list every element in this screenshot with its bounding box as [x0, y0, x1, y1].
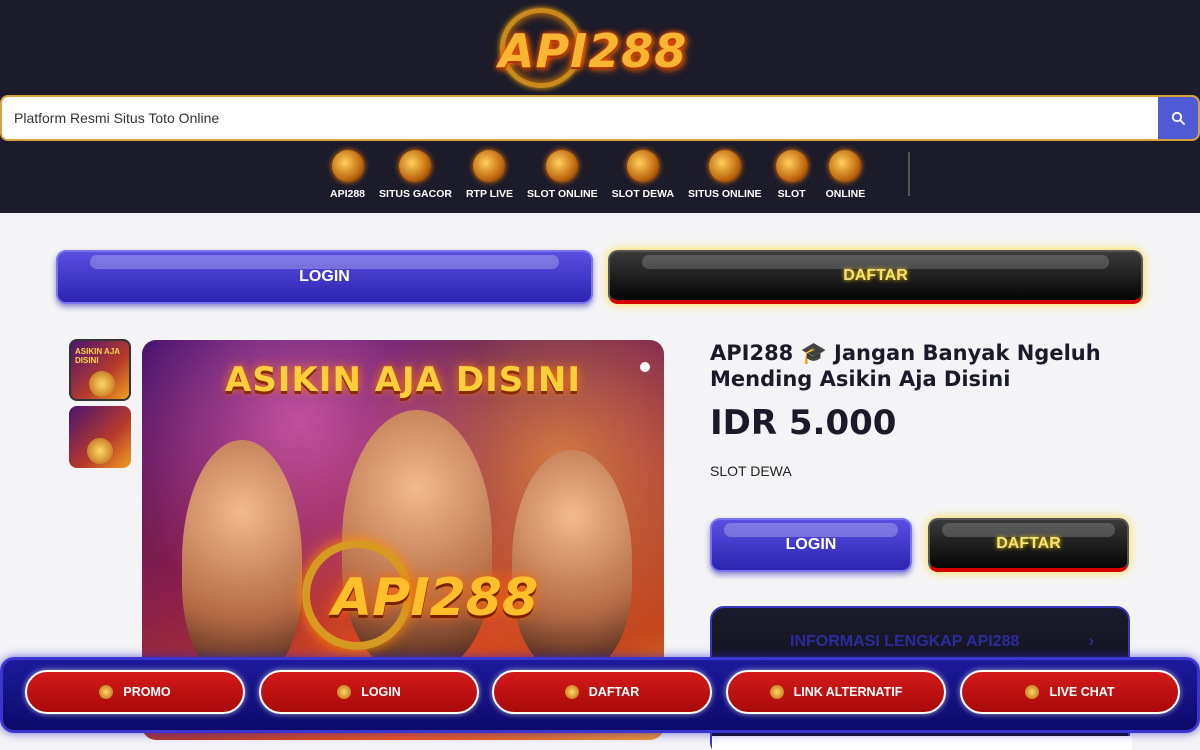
category-nav: API288 SITUS GACOR RTP LIVE SLOT ONLINE …: [330, 150, 877, 206]
hero-banner-text: ASIKIN AJA DISINI: [225, 360, 581, 400]
live-chat-button[interactable]: LIVE CHAT: [960, 670, 1180, 714]
product-price: IDR 5.000: [710, 403, 897, 443]
dragon-coin-icon: [331, 150, 364, 182]
dragon-coin-icon: [708, 150, 741, 182]
bottom-action-bar: PROMO LOGIN DAFTAR LINK ALTERNATIF LIVE …: [0, 657, 1200, 733]
nav-item-rtp-live[interactable]: RTP LIVE: [466, 150, 513, 206]
bottom-login-button[interactable]: LOGIN: [259, 670, 479, 714]
dragon-coin-icon: [626, 150, 659, 182]
product-login-button[interactable]: LOGIN: [710, 518, 912, 572]
product-daftar-button[interactable]: DAFTAR: [928, 518, 1129, 572]
dragon-coin-icon: [99, 685, 114, 699]
nav-item-api288[interactable]: API288: [330, 150, 365, 206]
product-category: SLOT DEWA: [710, 463, 792, 479]
product-title: API288 🎓 Jangan Banyak Ngeluh Mending As…: [710, 341, 1101, 391]
dragon-coin-icon: [829, 150, 862, 182]
dragon-coin-icon: [1025, 685, 1040, 699]
search-input[interactable]: [14, 97, 1154, 139]
daftar-button[interactable]: DAFTAR: [608, 250, 1143, 304]
hero-logo-text: API288: [331, 568, 539, 628]
gallery-thumbnail[interactable]: [69, 406, 131, 468]
nav-item-slot-online[interactable]: SLOT ONLINE: [527, 150, 598, 206]
site-header: API288 API288 SITUS GACOR RTP LIVE SLOT …: [0, 0, 1200, 213]
nav-item-slot-dewa[interactable]: SLOT DEWA: [612, 150, 674, 206]
dragon-coin-icon: [564, 685, 579, 699]
hero-person-left: [182, 440, 302, 680]
dragon-coin-icon: [769, 685, 784, 699]
bottom-daftar-button[interactable]: DAFTAR: [492, 670, 712, 714]
site-logo[interactable]: API288: [498, 6, 688, 90]
dragon-coin-icon: [399, 150, 432, 182]
info-accordion-body: [712, 736, 1132, 750]
dragon-coin-icon: [546, 150, 579, 182]
login-button[interactable]: LOGIN: [56, 250, 593, 304]
nav-item-online[interactable]: ONLINE: [826, 150, 865, 206]
carousel-dot[interactable]: [640, 362, 650, 372]
dragon-coin-icon: [87, 438, 113, 464]
nav-item-situs-gacor[interactable]: SITUS GACOR: [379, 150, 452, 206]
logo-text: API288: [498, 24, 688, 78]
nav-item-situs-online[interactable]: SITUS ONLINE: [688, 150, 762, 206]
search-icon: [1171, 111, 1185, 125]
dragon-coin-icon: [337, 685, 352, 699]
search-button[interactable]: [1158, 97, 1198, 139]
promo-button[interactable]: PROMO: [25, 670, 245, 714]
nav-item-slot[interactable]: SLOT: [775, 150, 808, 206]
dragon-coin-icon: [473, 150, 506, 182]
gallery-thumbnail[interactable]: ASIKIN AJA DISINI: [69, 339, 131, 401]
search-bar: [0, 95, 1200, 141]
chevron-right-icon: ›: [1088, 633, 1094, 650]
dragon-coin-icon: [775, 150, 808, 182]
info-accordion-label: INFORMASI LENGKAP API288: [790, 633, 1020, 650]
nav-divider: [908, 152, 910, 196]
link-alternatif-button[interactable]: LINK ALTERNATIF: [726, 670, 946, 714]
dragon-coin-icon: [89, 371, 115, 397]
